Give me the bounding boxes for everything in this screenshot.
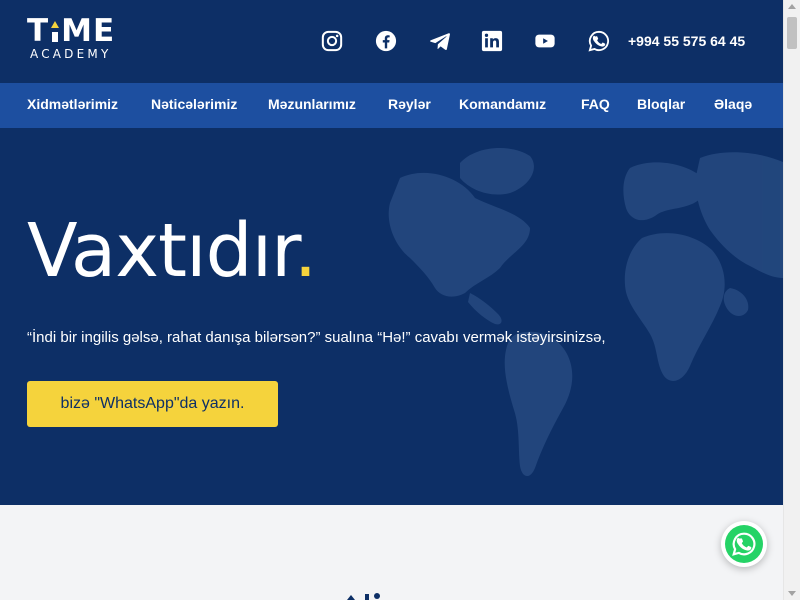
facebook-icon[interactable] [374, 29, 398, 53]
hero-section: Vaxtıdır. “İndi bir ingilis gəlsə, rahat… [0, 128, 783, 505]
instagram-icon[interactable] [320, 29, 344, 53]
logo-letters-me: ME [61, 13, 116, 49]
logo-colon-mark [50, 20, 60, 42]
main-nav: Xidmətlərimiz Nəticələrimiz Məzunlarımız… [0, 83, 783, 128]
nav-item-results[interactable]: Nəticələrimiz [151, 96, 237, 112]
whatsapp-icon [725, 525, 763, 563]
nav-item-team[interactable]: Komandamız [459, 96, 546, 112]
world-map-background [388, 147, 783, 477]
phone-number[interactable]: +994 55 575 64 45 [628, 33, 745, 49]
scroll-down-arrow-icon[interactable] [788, 591, 796, 596]
logo-subtitle: ACADEMY [30, 47, 112, 61]
page: T ME ACADEMY +994 55 575 64 45 Xidmətlər… [0, 0, 783, 600]
whatsapp-cta-button[interactable]: bizə "WhatsApp"da yazın. [27, 381, 278, 427]
logo-letter-t: T [27, 13, 50, 49]
telegram-icon[interactable] [428, 29, 452, 53]
nav-item-reviews[interactable]: Rəylər [388, 96, 431, 112]
nav-item-blogs[interactable]: Bloqlar [637, 96, 685, 112]
hero-subtitle: “İndi bir ingilis gəlsə, rahat danışa bi… [27, 329, 606, 346]
nav-item-contact[interactable]: Əlaqə [714, 96, 752, 112]
linkedin-icon[interactable] [480, 29, 504, 53]
youtube-icon[interactable] [533, 29, 557, 53]
floating-whatsapp-button[interactable] [721, 521, 767, 567]
whatsapp-icon[interactable] [587, 29, 611, 53]
next-section [0, 505, 783, 600]
section-heading-peek [347, 593, 380, 600]
nav-item-faq[interactable]: FAQ [581, 96, 610, 112]
hero-title-text: Vaxtıdır [27, 208, 295, 294]
scroll-up-arrow-icon[interactable] [788, 4, 796, 9]
vertical-scrollbar[interactable] [783, 0, 800, 600]
hero-title-dot: . [293, 208, 318, 294]
nav-item-services[interactable]: Xidmətlərimiz [27, 96, 118, 112]
logo-wordmark: T ME [27, 15, 115, 47]
nav-item-graduates[interactable]: Məzunlarımız [268, 96, 356, 112]
hero-title: Vaxtıdır. [27, 206, 318, 296]
logo[interactable]: T ME ACADEMY [27, 15, 115, 61]
top-bar: T ME ACADEMY +994 55 575 64 45 [0, 0, 783, 83]
scroll-thumb[interactable] [787, 17, 797, 49]
